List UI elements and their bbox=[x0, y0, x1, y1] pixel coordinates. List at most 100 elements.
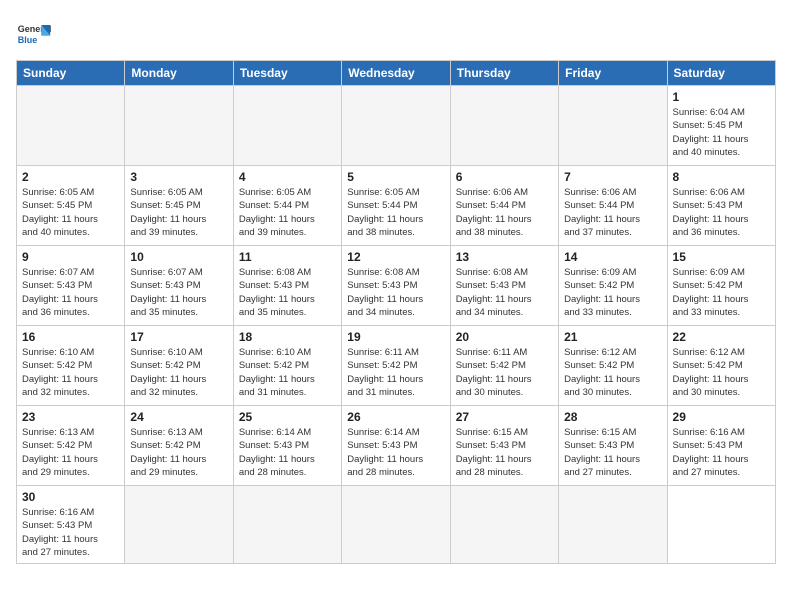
weekday-header: Thursday bbox=[450, 61, 558, 86]
day-number: 30 bbox=[22, 490, 119, 504]
day-number: 19 bbox=[347, 330, 444, 344]
calendar-cell: 23 Sunrise: 6:13 AMSunset: 5:42 PMDayligh… bbox=[17, 406, 125, 486]
weekday-header: Sunday bbox=[17, 61, 125, 86]
calendar-cell bbox=[450, 86, 558, 166]
day-number: 4 bbox=[239, 170, 336, 184]
page-header: General Blue bbox=[16, 16, 776, 52]
day-info: Sunrise: 6:13 AMSunset: 5:42 PMDaylight:… bbox=[130, 426, 227, 479]
calendar-cell bbox=[450, 486, 558, 564]
weekday-header: Tuesday bbox=[233, 61, 341, 86]
calendar-cell: 27 Sunrise: 6:15 AMSunset: 5:43 PMDayligh… bbox=[450, 406, 558, 486]
day-number: 23 bbox=[22, 410, 119, 424]
day-number: 13 bbox=[456, 250, 553, 264]
day-info: Sunrise: 6:06 AMSunset: 5:44 PMDaylight:… bbox=[456, 186, 553, 239]
calendar-cell bbox=[17, 86, 125, 166]
day-number: 9 bbox=[22, 250, 119, 264]
day-number: 7 bbox=[564, 170, 661, 184]
calendar-cell: 26 Sunrise: 6:14 AMSunset: 5:43 PMDayligh… bbox=[342, 406, 450, 486]
day-info: Sunrise: 6:05 AMSunset: 5:44 PMDaylight:… bbox=[347, 186, 444, 239]
day-number: 1 bbox=[673, 90, 770, 104]
calendar-cell: 12 Sunrise: 6:08 AMSunset: 5:43 PMDayligh… bbox=[342, 246, 450, 326]
calendar-cell: 11Sunrise: 6:08 AMSunset: 5:43 PMDayligh… bbox=[233, 246, 341, 326]
day-info: Sunrise: 6:16 AMSunset: 5:43 PMDaylight:… bbox=[22, 506, 119, 559]
day-info: Sunrise: 6:14 AMSunset: 5:43 PMDaylight:… bbox=[239, 426, 336, 479]
weekday-header: Wednesday bbox=[342, 61, 450, 86]
day-info: Sunrise: 6:09 AMSunset: 5:42 PMDaylight:… bbox=[673, 266, 770, 319]
calendar-cell bbox=[342, 86, 450, 166]
day-info: Sunrise: 6:11 AMSunset: 5:42 PMDaylight:… bbox=[456, 346, 553, 399]
calendar-cell: 4 Sunrise: 6:05 AMSunset: 5:44 PMDaylight… bbox=[233, 166, 341, 246]
calendar-cell bbox=[125, 486, 233, 564]
calendar-cell: 18 Sunrise: 6:10 AMSunset: 5:42 PMDayligh… bbox=[233, 326, 341, 406]
day-info: Sunrise: 6:06 AMSunset: 5:44 PMDaylight:… bbox=[564, 186, 661, 239]
day-info: Sunrise: 6:10 AMSunset: 5:42 PMDaylight:… bbox=[22, 346, 119, 399]
day-number: 3 bbox=[130, 170, 227, 184]
day-info: Sunrise: 6:15 AMSunset: 5:43 PMDaylight:… bbox=[564, 426, 661, 479]
day-info: Sunrise: 6:16 AMSunset: 5:43 PMDaylight:… bbox=[673, 426, 770, 479]
day-number: 21 bbox=[564, 330, 661, 344]
day-number: 28 bbox=[564, 410, 661, 424]
calendar-cell bbox=[342, 486, 450, 564]
day-number: 25 bbox=[239, 410, 336, 424]
day-number: 11 bbox=[239, 250, 336, 264]
day-info: Sunrise: 6:07 AMSunset: 5:43 PMDaylight:… bbox=[22, 266, 119, 319]
day-number: 14 bbox=[564, 250, 661, 264]
calendar-cell: 20Sunrise: 6:11 AMSunset: 5:42 PMDayligh… bbox=[450, 326, 558, 406]
logo: General Blue bbox=[16, 16, 52, 52]
svg-text:Blue: Blue bbox=[18, 35, 38, 45]
day-number: 8 bbox=[673, 170, 770, 184]
calendar-cell bbox=[233, 486, 341, 564]
day-number: 12 bbox=[347, 250, 444, 264]
day-number: 6 bbox=[456, 170, 553, 184]
calendar-cell: 5 Sunrise: 6:05 AMSunset: 5:44 PMDaylight… bbox=[342, 166, 450, 246]
calendar-cell: 13 Sunrise: 6:08 AMSunset: 5:43 PMDayligh… bbox=[450, 246, 558, 326]
day-number: 22 bbox=[673, 330, 770, 344]
calendar-cell: 25 Sunrise: 6:14 AMSunset: 5:43 PMDayligh… bbox=[233, 406, 341, 486]
calendar-cell: 29 Sunrise: 6:16 AMSunset: 5:43 PMDayligh… bbox=[667, 406, 775, 486]
day-info: Sunrise: 6:04 AMSunset: 5:45 PMDaylight:… bbox=[673, 106, 770, 159]
calendar-cell: 7 Sunrise: 6:06 AMSunset: 5:44 PMDaylight… bbox=[559, 166, 667, 246]
weekday-header: Monday bbox=[125, 61, 233, 86]
calendar-cell bbox=[559, 86, 667, 166]
day-info: Sunrise: 6:08 AMSunset: 5:43 PMDaylight:… bbox=[347, 266, 444, 319]
calendar-cell: 8 Sunrise: 6:06 AMSunset: 5:43 PMDaylight… bbox=[667, 166, 775, 246]
day-info: Sunrise: 6:08 AMSunset: 5:43 PMDaylight:… bbox=[456, 266, 553, 319]
calendar: SundayMondayTuesdayWednesdayThursdayFrid… bbox=[16, 60, 776, 564]
calendar-cell: 28 Sunrise: 6:15 AMSunset: 5:43 PMDayligh… bbox=[559, 406, 667, 486]
day-info: Sunrise: 6:07 AMSunset: 5:43 PMDaylight:… bbox=[130, 266, 227, 319]
day-info: Sunrise: 6:06 AMSunset: 5:43 PMDaylight:… bbox=[673, 186, 770, 239]
calendar-cell: 9 Sunrise: 6:07 AMSunset: 5:43 PMDaylight… bbox=[17, 246, 125, 326]
day-info: Sunrise: 6:10 AMSunset: 5:42 PMDaylight:… bbox=[239, 346, 336, 399]
calendar-cell: 2 Sunrise: 6:05 AMSunset: 5:45 PMDaylight… bbox=[17, 166, 125, 246]
calendar-cell bbox=[125, 86, 233, 166]
weekday-header: Saturday bbox=[667, 61, 775, 86]
calendar-cell: 16 Sunrise: 6:10 AMSunset: 5:42 PMDayligh… bbox=[17, 326, 125, 406]
calendar-cell: 30 Sunrise: 6:16 AMSunset: 5:43 PMDayligh… bbox=[17, 486, 125, 564]
day-info: Sunrise: 6:12 AMSunset: 5:42 PMDaylight:… bbox=[673, 346, 770, 399]
day-number: 18 bbox=[239, 330, 336, 344]
calendar-cell bbox=[559, 486, 667, 564]
weekday-header: Friday bbox=[559, 61, 667, 86]
day-number: 26 bbox=[347, 410, 444, 424]
calendar-cell bbox=[667, 486, 775, 564]
calendar-cell: 14 Sunrise: 6:09 AMSunset: 5:42 PMDayligh… bbox=[559, 246, 667, 326]
day-info: Sunrise: 6:12 AMSunset: 5:42 PMDaylight:… bbox=[564, 346, 661, 399]
day-info: Sunrise: 6:05 AMSunset: 5:45 PMDaylight:… bbox=[22, 186, 119, 239]
day-info: Sunrise: 6:15 AMSunset: 5:43 PMDaylight:… bbox=[456, 426, 553, 479]
day-number: 27 bbox=[456, 410, 553, 424]
calendar-cell: 21 Sunrise: 6:12 AMSunset: 5:42 PMDayligh… bbox=[559, 326, 667, 406]
day-number: 5 bbox=[347, 170, 444, 184]
day-number: 16 bbox=[22, 330, 119, 344]
day-info: Sunrise: 6:11 AMSunset: 5:42 PMDaylight:… bbox=[347, 346, 444, 399]
day-info: Sunrise: 6:09 AMSunset: 5:42 PMDaylight:… bbox=[564, 266, 661, 319]
day-info: Sunrise: 6:13 AMSunset: 5:42 PMDaylight:… bbox=[22, 426, 119, 479]
day-number: 24 bbox=[130, 410, 227, 424]
calendar-cell: 15 Sunrise: 6:09 AMSunset: 5:42 PMDayligh… bbox=[667, 246, 775, 326]
day-info: Sunrise: 6:05 AMSunset: 5:44 PMDaylight:… bbox=[239, 186, 336, 239]
day-info: Sunrise: 6:14 AMSunset: 5:43 PMDaylight:… bbox=[347, 426, 444, 479]
calendar-cell: 6 Sunrise: 6:06 AMSunset: 5:44 PMDaylight… bbox=[450, 166, 558, 246]
day-number: 15 bbox=[673, 250, 770, 264]
day-number: 29 bbox=[673, 410, 770, 424]
day-number: 2 bbox=[22, 170, 119, 184]
day-info: Sunrise: 6:05 AMSunset: 5:45 PMDaylight:… bbox=[130, 186, 227, 239]
